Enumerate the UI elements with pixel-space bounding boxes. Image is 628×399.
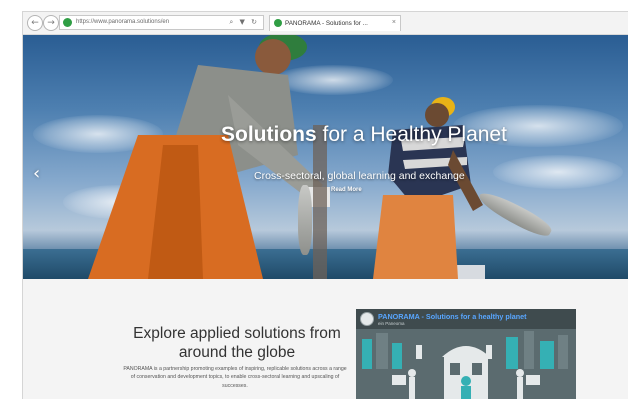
intro-body: PANORAMA is a partnership promoting exam… [123, 366, 347, 389]
hero-title-rest: for a Healthy Planet [316, 123, 507, 146]
browser-tab[interactable]: PANORAMA - Solutions for ... × [269, 15, 401, 31]
intro-title: Explore applied solutions from around th… [133, 325, 341, 361]
address-bar[interactable]: https://www.panorama.solutions/en ⌕ ▼ ↻ [59, 15, 264, 30]
browser-toolbar: ← → https://www.panorama.solutions/en ⌕ … [23, 12, 628, 35]
fish-image [298, 185, 312, 255]
forward-arrow-icon[interactable]: → [43, 15, 59, 31]
video-title[interactable]: PANORAMA - Solutions for a healthy plane… [378, 312, 527, 321]
hero-carousel[interactable]: ‹ Solutions for a Healthy Planet Cross-s… [23, 35, 628, 279]
address-tools-icons[interactable]: ⌕ ▼ ↻ [229, 17, 259, 28]
tab-favicon-icon [274, 19, 282, 27]
tab-close-icon[interactable]: × [392, 17, 396, 28]
hero-title-strong: Solutions [221, 123, 317, 146]
video-header: PANORAMA - Solutions for a healthy plane… [356, 309, 576, 329]
back-arrow-icon[interactable]: ← [27, 15, 43, 31]
address-url[interactable]: https://www.panorama.solutions/en [76, 17, 169, 28]
tab-title[interactable]: PANORAMA - Solutions for ... [285, 18, 368, 29]
site-favicon-icon [63, 18, 72, 27]
panorama-logo-icon [360, 312, 374, 326]
intro-section: Explore applied solutions from around th… [23, 279, 628, 399]
browser-window: ← → https://www.panorama.solutions/en ⌕ … [22, 11, 628, 399]
read-more-link[interactable]: Read More [331, 187, 362, 193]
carousel-prev-arrow-icon[interactable]: ‹ [33, 165, 40, 183]
cloud-decoration [493, 155, 623, 189]
video-thumbnail[interactable]: PANORAMA - Solutions for a healthy plane… [356, 309, 576, 399]
video-illustration-image [356, 329, 576, 399]
hero-title: Solutions for a Healthy Planet [221, 123, 507, 147]
video-channel: ein Paneoma [378, 321, 405, 326]
hero-subtitle: Cross-sectoral, global learning and exch… [254, 170, 465, 182]
